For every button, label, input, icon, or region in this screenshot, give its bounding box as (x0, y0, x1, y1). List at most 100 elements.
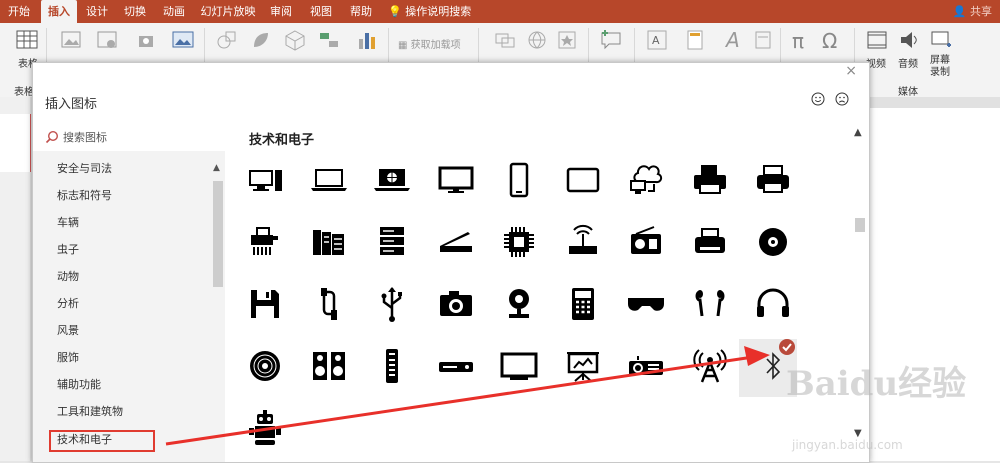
smartphone-icon[interactable] (497, 158, 541, 202)
picture-icon[interactable] (60, 29, 82, 51)
flat-tv-icon[interactable] (497, 344, 541, 388)
router-icon[interactable] (561, 220, 605, 264)
tab-slideshow[interactable]: 幻灯片放映 (198, 0, 258, 23)
flatbed-scanner-icon[interactable] (434, 220, 478, 264)
tab-insert[interactable]: 插入 (41, 0, 77, 23)
wordart-icon[interactable]: A (722, 29, 744, 51)
dvd-player-icon[interactable] (434, 344, 478, 388)
tab-review[interactable]: 审阅 (264, 0, 298, 23)
media-group-label: 媒体 (898, 87, 918, 98)
audio-button-label[interactable]: 音频 (898, 55, 918, 70)
category-item[interactable]: 辅助功能 (57, 375, 101, 395)
category-item[interactable]: 服饰 (57, 348, 79, 368)
chart-icon[interactable] (356, 29, 378, 51)
robot-icon[interactable] (243, 406, 287, 450)
scroll-up-icon[interactable]: ▲ (213, 163, 220, 173)
close-button[interactable]: × (845, 63, 857, 79)
photo-album-icon[interactable] (172, 29, 194, 51)
search-input[interactable] (63, 128, 213, 146)
share-button[interactable]: 👤 共享 (953, 0, 992, 23)
calculator-icon[interactable] (561, 282, 605, 326)
get-addins-button[interactable]: ▦ 获取加载项 (398, 36, 461, 51)
search-icon (45, 130, 59, 144)
category-list: 安全与司法 标志和符号 车辆 虫子 动物 分析 风景 服饰 辅助功能 工具和建筑… (33, 151, 225, 462)
table-icon[interactable] (16, 29, 38, 51)
video-icon[interactable] (866, 29, 888, 51)
radio-tower-icon[interactable] (688, 344, 732, 388)
zoom-icon[interactable] (494, 29, 516, 51)
vinyl-record-icon[interactable] (243, 344, 287, 388)
server-icon[interactable] (370, 220, 414, 264)
headphones-icon[interactable] (751, 282, 795, 326)
speakers-icon[interactable] (307, 344, 351, 388)
disc-icon[interactable] (751, 220, 795, 264)
tab-home[interactable]: 开始 (0, 0, 38, 23)
tab-help[interactable]: 帮助 (344, 0, 378, 23)
icons-icon[interactable] (250, 29, 272, 51)
tablet-icon[interactable] (561, 158, 605, 202)
server-rack-icon[interactable] (307, 220, 351, 264)
search-box[interactable] (39, 124, 224, 150)
laptop-icon[interactable] (307, 158, 351, 202)
tab-view[interactable]: 视图 (304, 0, 338, 23)
shapes-icon[interactable] (216, 29, 238, 51)
tell-me-search[interactable]: 💡 操作说明搜索 (388, 0, 471, 23)
category-item[interactable]: 工具和建筑物 (57, 402, 123, 422)
3d-model-icon[interactable] (284, 29, 306, 51)
icons-scrollbar-thumb[interactable] (855, 218, 865, 232)
projector-icon[interactable] (624, 344, 668, 388)
category-item[interactable]: 分析 (57, 294, 79, 314)
camera-icon[interactable] (434, 282, 478, 326)
dialog-title: 插入图标 (45, 97, 98, 112)
fax-printer-icon[interactable] (751, 158, 795, 202)
date-time-icon[interactable] (752, 29, 774, 51)
smartart-icon[interactable] (318, 29, 340, 51)
online-picture-icon[interactable] (96, 29, 118, 51)
category-scrollbar-thumb[interactable] (213, 181, 223, 287)
header-footer-icon[interactable] (684, 29, 706, 51)
printer-icon[interactable] (688, 158, 732, 202)
equation-icon[interactable]: π (790, 29, 812, 51)
vr-headset-icon[interactable] (624, 282, 668, 326)
category-item[interactable]: 风景 (57, 321, 79, 341)
audio-icon[interactable] (898, 29, 920, 51)
laptop-globe-icon[interactable] (370, 158, 414, 202)
category-item[interactable]: 标志和符号 (57, 186, 112, 206)
earbuds-icon[interactable] (688, 282, 732, 326)
category-item[interactable]: 动物 (57, 267, 79, 287)
svg-text:π: π (792, 29, 804, 51)
desktop-computer-icon[interactable] (243, 158, 287, 202)
tab-design[interactable]: 设计 (80, 0, 114, 23)
slide-thumbnail[interactable] (0, 114, 31, 172)
symbol-icon[interactable]: Ω (820, 29, 842, 51)
cloud-sync-icon[interactable] (624, 158, 668, 202)
screenshot-icon[interactable] (136, 29, 158, 51)
action-icon[interactable] (556, 29, 578, 51)
frown-feedback-icon[interactable] (835, 92, 849, 106)
floppy-disk-icon[interactable] (243, 282, 287, 326)
cpu-chip-icon[interactable] (497, 220, 541, 264)
insert-icons-dialog: × 插入图标 安全与司法 标志和符号 车辆 虫子 动物 分析 风景 服饰 辅助功… (32, 62, 870, 463)
projector-screen-icon[interactable] (561, 344, 605, 388)
usb-cable-icon[interactable] (307, 282, 351, 326)
category-item[interactable]: 车辆 (57, 213, 79, 233)
monitor-icon[interactable] (434, 158, 478, 202)
scroll-up-icon[interactable]: ▲ (854, 127, 862, 138)
smile-feedback-icon[interactable] (811, 92, 825, 106)
category-item[interactable]: 虫子 (57, 240, 79, 260)
link-icon[interactable] (526, 29, 548, 51)
watermark-brand: Baidu经验 (786, 364, 967, 404)
category-item[interactable]: 安全与司法 (57, 159, 112, 179)
typewriter-icon[interactable] (688, 220, 732, 264)
webcam-icon[interactable] (497, 282, 541, 326)
usb-symbol-icon[interactable] (370, 282, 414, 326)
record-button-label[interactable]: 屏幕录制 (930, 55, 954, 79)
shredder-icon[interactable] (243, 220, 287, 264)
tab-transitions[interactable]: 切换 (118, 0, 152, 23)
textbox-icon[interactable]: A (646, 29, 668, 51)
screen-recording-icon[interactable] (930, 29, 952, 51)
radio-icon[interactable] (624, 220, 668, 264)
remote-control-icon[interactable] (370, 344, 414, 388)
comment-icon[interactable] (600, 29, 622, 51)
tab-animations[interactable]: 动画 (156, 0, 192, 23)
